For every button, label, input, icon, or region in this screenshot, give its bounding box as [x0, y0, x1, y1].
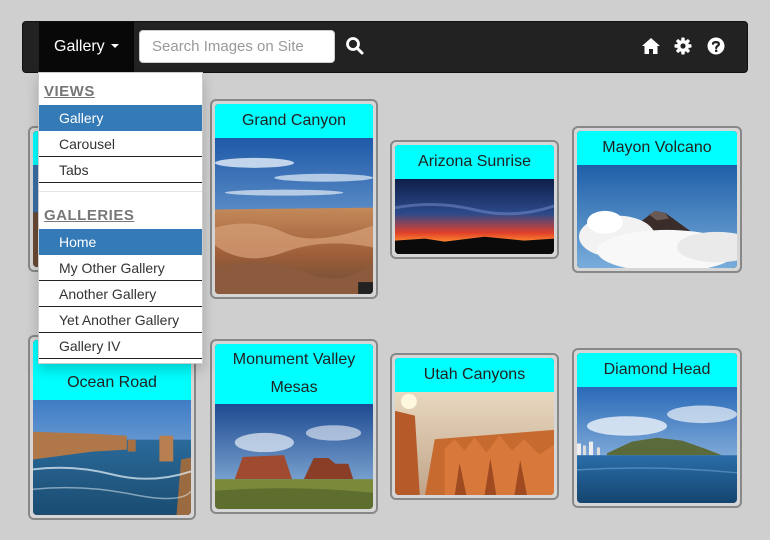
gear-icon[interactable]: [673, 36, 693, 56]
card-thumbnail-mayon-volcano: [577, 165, 737, 268]
search-icon[interactable]: [345, 36, 365, 56]
gallery-card-grand-canyon[interactable]: Grand Canyon: [210, 99, 378, 299]
card-thumbnail-grand-canyon: [215, 138, 373, 294]
menu-item-home-gallery[interactable]: Home: [39, 229, 202, 255]
galleries-header: GALLERIES: [44, 207, 135, 224]
top-navbar: Gallery: [22, 21, 748, 73]
help-icon[interactable]: [706, 36, 726, 56]
menu-item-my-other-gallery[interactable]: My Other Gallery: [39, 255, 202, 281]
gallery-dropdown-toggle[interactable]: Gallery: [39, 22, 134, 72]
menu-item-carousel-view[interactable]: Carousel: [39, 131, 202, 157]
caret-down-icon: [110, 43, 119, 48]
card-title: Grand Canyon: [215, 104, 373, 138]
menu-item-another-gallery[interactable]: Another Gallery: [39, 281, 202, 307]
card-image-frame: Arizona Sunrise: [395, 145, 554, 254]
gallery-dropdown-menu: VIEWS Gallery Carousel Tabs GALLERIES Ho…: [38, 72, 203, 364]
card-thumbnail-monument-valley: [215, 404, 373, 509]
card-image-frame: Ocean Road: [33, 340, 191, 515]
gallery-card-utah-canyons[interactable]: Utah Canyons: [390, 353, 559, 500]
card-image-frame: Diamond Head: [577, 353, 737, 503]
card-image-frame: Monument Valley Mesas: [215, 344, 373, 509]
menu-item-yet-another-gallery[interactable]: Yet Another Gallery: [39, 307, 202, 333]
card-title: Utah Canyons: [395, 358, 554, 392]
menu-item-tabs-view[interactable]: Tabs: [39, 157, 202, 183]
menu-item-gallery-view[interactable]: Gallery: [39, 105, 202, 131]
card-title: Arizona Sunrise: [395, 145, 554, 179]
card-title: Monument Valley Mesas: [215, 344, 373, 404]
card-thumbnail-utah-canyons: [395, 392, 554, 495]
gallery-toggle-label: Gallery: [54, 38, 105, 55]
gallery-card-monument-valley-mesas[interactable]: Monument Valley Mesas: [210, 339, 378, 514]
card-thumbnail-arizona-sunrise: [395, 179, 554, 254]
search-input[interactable]: [139, 30, 335, 63]
card-title: Diamond Head: [577, 353, 737, 387]
menu-item-gallery-iv[interactable]: Gallery IV: [39, 333, 202, 359]
gallery-card-diamond-head[interactable]: Diamond Head: [572, 348, 742, 508]
views-header: VIEWS: [44, 83, 95, 100]
card-image-frame: Grand Canyon: [215, 104, 373, 294]
menu-divider: [39, 191, 202, 192]
home-icon[interactable]: [641, 36, 661, 56]
gallery-card-mayon-volcano[interactable]: Mayon Volcano: [572, 126, 742, 273]
card-thumbnail-ocean-road: [33, 400, 191, 515]
card-title: Mayon Volcano: [577, 131, 737, 165]
card-thumbnail-diamond-head: [577, 387, 737, 503]
card-image-frame: Mayon Volcano: [577, 131, 737, 268]
gallery-card-arizona-sunrise[interactable]: Arizona Sunrise: [390, 140, 559, 259]
card-image-frame: Utah Canyons: [395, 358, 554, 495]
